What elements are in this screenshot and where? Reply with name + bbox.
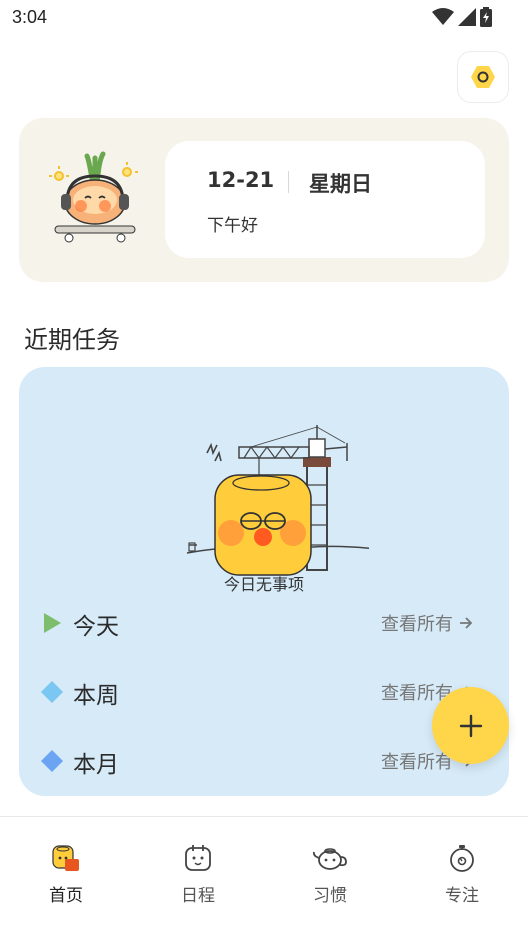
date-text: 12-21	[207, 168, 275, 192]
diamond-icon	[41, 681, 63, 703]
nav-schedule[interactable]: 日程	[148, 843, 248, 906]
nav-label: 专注	[445, 886, 479, 906]
home-mascot-icon	[52, 845, 79, 871]
view-all-label: 查看所有	[381, 614, 453, 635]
task-row-label: 今天	[73, 614, 119, 640]
stopwatch-icon	[450, 845, 474, 872]
nav-label: 日程	[181, 886, 215, 906]
onion-mascot-skateboard-icon	[49, 151, 138, 243]
task-row-today[interactable]: 今天 查看所有	[19, 602, 509, 642]
status-icons	[432, 7, 492, 27]
greeting-text: 下午好	[207, 216, 258, 236]
weekday-text: 星期日	[309, 172, 372, 196]
hexagon-settings-icon	[471, 66, 495, 88]
plus-icon	[459, 714, 482, 737]
wifi-icon	[432, 8, 454, 25]
task-row-week[interactable]: 本周 查看所有	[19, 671, 509, 711]
empty-state-crane-illustration	[186, 425, 369, 576]
battery-icon	[480, 7, 492, 27]
status-time: 3:04	[12, 7, 48, 27]
status-bar: 3:04	[0, 0, 528, 36]
date-box: 12-21 星期日 下午好	[165, 141, 485, 258]
empty-state-text: 今日无事项	[223, 575, 304, 594]
bottom-nav: 首页 日程 习惯 专注	[0, 816, 528, 939]
teapot-icon	[312, 848, 347, 870]
nav-label: 首页	[49, 886, 83, 906]
signal-icon	[458, 8, 476, 26]
add-task-button[interactable]	[432, 687, 509, 764]
arrow-right-icon	[460, 617, 473, 629]
nav-home[interactable]: 首页	[16, 843, 116, 906]
date-divider	[288, 171, 289, 193]
task-row-label: 本月	[73, 752, 119, 778]
section-title: 近期任务	[24, 326, 120, 354]
task-row-label: 本周	[73, 683, 119, 709]
nav-habits[interactable]: 习惯	[280, 843, 380, 906]
play-triangle-icon	[44, 613, 61, 633]
view-all-link[interactable]: 查看所有	[381, 610, 473, 636]
nav-label: 习惯	[313, 886, 347, 906]
nav-focus[interactable]: 专注	[412, 843, 512, 906]
diamond-icon	[41, 750, 63, 772]
settings-button[interactable]	[457, 51, 509, 103]
calendar-face-icon	[185, 845, 211, 871]
task-row-month[interactable]: 本月 查看所有	[19, 740, 509, 780]
greeting-card: 12-21 星期日 下午好	[19, 118, 509, 282]
